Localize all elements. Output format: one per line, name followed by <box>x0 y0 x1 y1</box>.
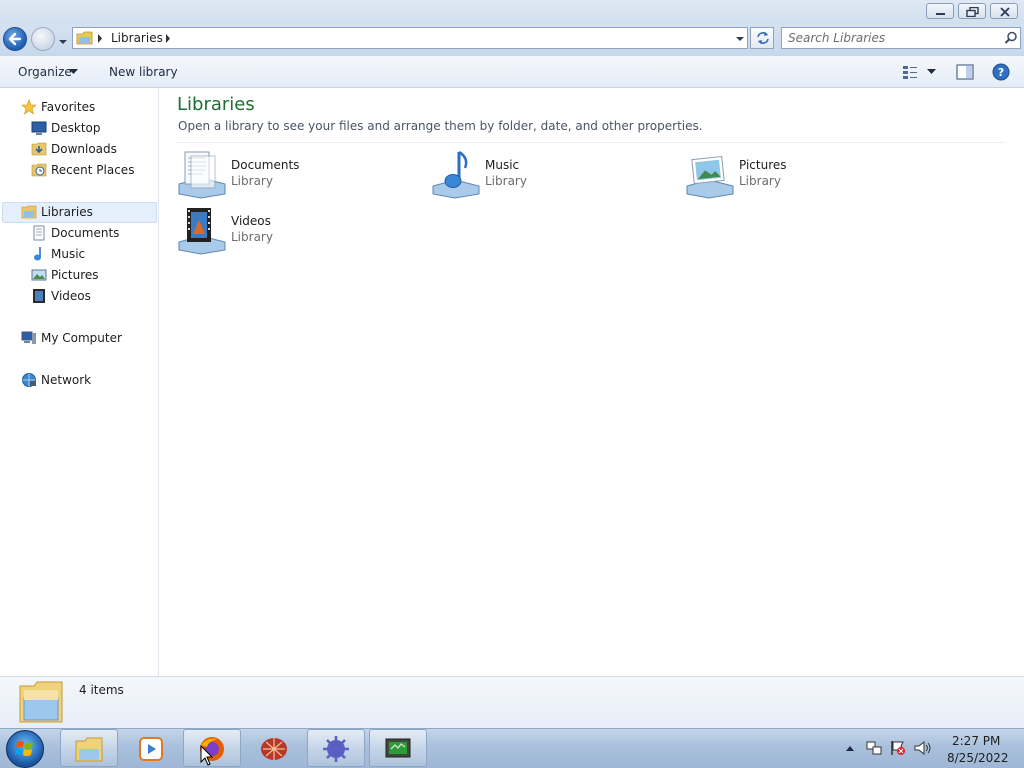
library-name: Documents <box>231 158 300 172</box>
svg-text:?: ? <box>998 66 1004 79</box>
page-title: Libraries <box>177 94 255 115</box>
back-button[interactable] <box>3 27 27 51</box>
title-bar <box>0 0 1024 24</box>
libraries-folder-icon <box>19 681 63 723</box>
new-library-button[interactable]: New library <box>109 65 178 79</box>
forward-arrow-icon <box>32 28 54 50</box>
volume-icon[interactable] <box>914 740 932 756</box>
address-history-chevron-icon[interactable] <box>735 35 745 43</box>
help-icon[interactable]: ? <box>992 63 1010 81</box>
nav-item-label: Pictures <box>51 268 99 282</box>
app-red-icon <box>261 738 287 760</box>
refresh-button[interactable] <box>750 27 774 49</box>
nav-item-label: Videos <box>51 289 91 303</box>
chevron-down-icon <box>59 40 67 44</box>
back-arrow-icon <box>8 32 22 46</box>
page-subtitle: Open a library to see your files and arr… <box>178 119 703 133</box>
library-name: Videos <box>231 214 271 228</box>
item-count: 4 items <box>79 683 124 697</box>
nav-item-label: Downloads <box>51 142 117 156</box>
breadcrumb-arrow-icon[interactable] <box>165 34 171 43</box>
pictures-library-icon <box>686 155 734 199</box>
forward-button[interactable] <box>31 27 55 51</box>
documents-icon <box>33 225 45 241</box>
close-button[interactable] <box>990 3 1018 19</box>
music-icon <box>34 247 41 261</box>
search-input[interactable] <box>788 30 988 46</box>
libraries-folder-icon <box>76 31 93 45</box>
app-monitor-icon <box>385 738 411 758</box>
downloads-icon <box>31 142 47 156</box>
restore-button[interactable] <box>958 3 986 19</box>
clock-time[interactable]: 2:27 PM <box>952 734 1000 748</box>
restore-icon <box>966 7 979 17</box>
nav-favorites-label: Favorites <box>41 100 96 114</box>
view-chevron-icon[interactable] <box>927 68 936 75</box>
divider <box>177 142 1005 143</box>
library-documents[interactable]: Documents Library <box>177 150 427 204</box>
nav-libraries-label: Libraries <box>41 205 93 219</box>
minimize-icon <box>936 13 945 15</box>
documents-library-icon <box>178 151 226 199</box>
nav-network-label: Network <box>41 373 92 387</box>
details-pane <box>0 676 1024 728</box>
recent-places-icon <box>31 163 47 177</box>
nav-my-computer-label: My Computer <box>41 331 122 345</box>
taskbar-app-virus[interactable] <box>307 729 365 767</box>
search-box[interactable] <box>781 27 1021 49</box>
breadcrumb-libraries[interactable]: Libraries <box>111 31 163 45</box>
breadcrumb-arrow-icon <box>98 34 102 43</box>
show-hidden-icons-icon[interactable] <box>845 744 855 752</box>
nav-item-label: Documents <box>51 226 120 240</box>
nav-item-label: Music <box>51 247 86 261</box>
clock-date[interactable]: 8/25/2022 <box>947 751 1009 765</box>
nav-item-label: Desktop <box>51 121 101 135</box>
videos-library-icon <box>178 208 226 255</box>
explorer-icon <box>75 737 103 762</box>
refresh-icon <box>757 32 769 44</box>
desktop-icon <box>31 121 47 135</box>
windows-logo-icon <box>15 741 33 756</box>
library-type: Library <box>485 174 527 188</box>
preview-pane-icon[interactable] <box>956 64 974 80</box>
taskbar-app-red[interactable] <box>245 729 303 767</box>
library-name: Music <box>485 158 520 172</box>
address-bar[interactable]: Libraries <box>72 27 748 49</box>
organize-button[interactable]: Organize <box>18 65 72 79</box>
action-center-flag-icon[interactable] <box>890 740 906 756</box>
organize-chevron-icon[interactable] <box>69 68 78 75</box>
media-player-icon <box>139 737 163 761</box>
minimize-button[interactable] <box>926 3 954 19</box>
network-tray-icon[interactable] <box>866 740 882 756</box>
nav-item-label: Recent Places <box>51 163 135 177</box>
computer-icon <box>21 331 36 344</box>
taskbar-media-player[interactable] <box>121 729 179 767</box>
libraries-folder-icon <box>21 205 37 219</box>
library-name: Pictures <box>739 158 787 172</box>
library-music[interactable]: Music Library <box>431 150 681 204</box>
recent-pages-dropdown[interactable] <box>58 35 68 49</box>
taskbar-app-monitor[interactable] <box>369 729 427 767</box>
network-icon <box>22 373 36 387</box>
library-type: Library <box>231 174 273 188</box>
mouse-cursor-icon <box>200 745 214 766</box>
library-type: Library <box>739 174 781 188</box>
library-videos[interactable]: Videos Library <box>177 206 427 260</box>
taskbar-explorer[interactable] <box>60 729 118 767</box>
start-button[interactable] <box>6 730 44 768</box>
music-library-icon <box>432 150 480 199</box>
library-type: Library <box>231 230 273 244</box>
close-icon <box>1000 7 1010 17</box>
pictures-icon <box>31 269 47 281</box>
view-options-icon[interactable] <box>902 64 918 80</box>
app-virus-icon <box>323 736 349 762</box>
search-icon[interactable] <box>1004 31 1018 45</box>
videos-icon <box>33 289 45 303</box>
star-icon <box>21 99 37 115</box>
library-pictures[interactable]: Pictures Library <box>685 150 935 204</box>
